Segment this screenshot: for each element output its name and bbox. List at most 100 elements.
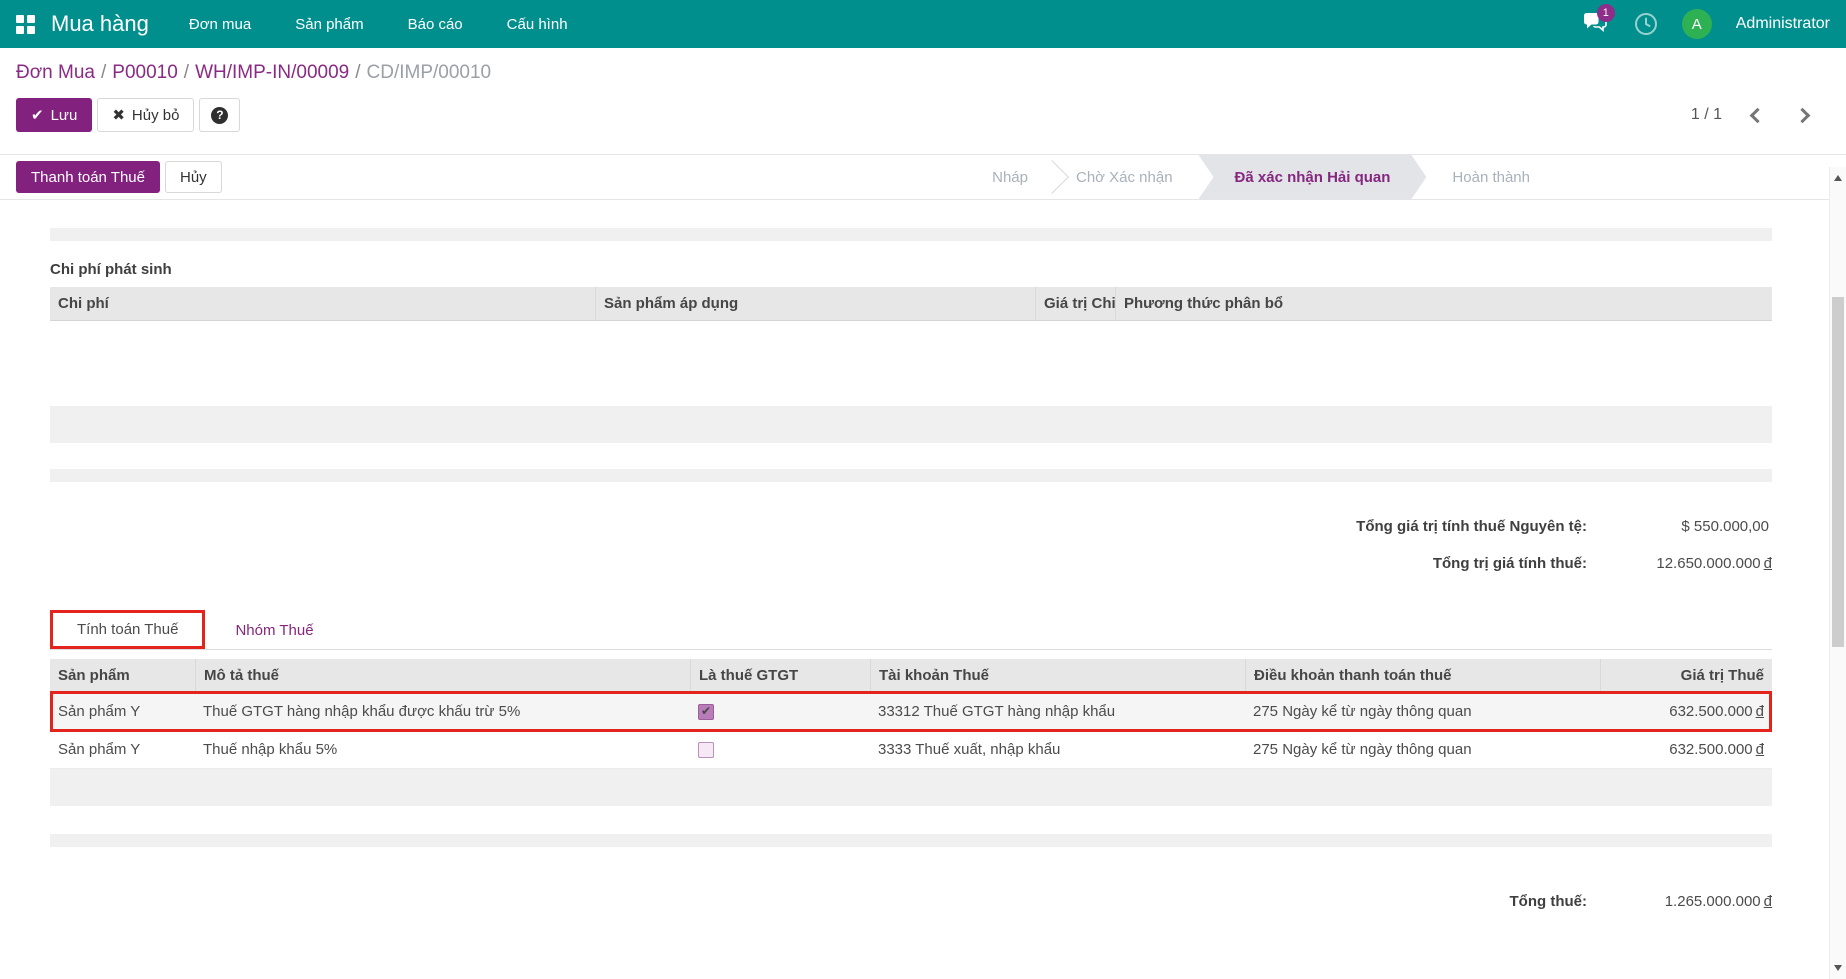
main-menu: Đơn mua Sản phẩm Báo cáo Cấu hình [189, 16, 568, 33]
total-value: $ 550.000,00 [1681, 518, 1769, 535]
help-button[interactable]: ? [199, 98, 241, 132]
form-sheet: Chi phí phát sinh Chi phí Sản phẩm áp dụ… [0, 228, 1846, 910]
cell-product: Sản phẩm Y [58, 741, 141, 758]
state-cho-xac-nhan[interactable]: Chờ Xác nhận [1050, 155, 1199, 199]
vertical-scrollbar[interactable] [1829, 167, 1846, 979]
cell-payment-term: 275 Ngày kể từ ngày thông quan [1253, 741, 1472, 758]
scroll-up-icon[interactable] [1834, 175, 1842, 181]
scrolled-table-edge [50, 228, 1772, 241]
empty-row [50, 834, 1772, 847]
pay-tax-button[interactable]: Thanh toán Thuế [16, 161, 160, 193]
tax-table-row[interactable]: Sản phẩm Y Thuế nhập khẩu 5% 3333 Thuế x… [50, 731, 1772, 769]
app-name[interactable]: Mua hàng [51, 11, 149, 37]
cell-account: 33312 Thuế GTGT hàng nhập khẩu [878, 703, 1116, 720]
breadcrumb: Đơn Mua / P00010/WH/IMP-IN/00009/CD/IMP/00… [16, 62, 1830, 84]
cell-is-vat [690, 693, 870, 730]
navbar-systray: 1 A Administrator [1583, 3, 1830, 39]
column-header-mo-ta-thue[interactable]: Mô tả thuế [195, 659, 690, 692]
breadcrumb-wh-imp-in[interactable]: WH/IMP-IN/00009 [195, 62, 349, 83]
menu-san-pham[interactable]: Sản phẩm [295, 16, 363, 33]
dong-symbol: đ [1763, 893, 1772, 910]
column-header-san-pham[interactable]: Sản phẩm [50, 659, 195, 692]
times-icon: ✖ [112, 107, 125, 124]
column-header-gia-tri-chi-phi[interactable]: Giá trị Chi phí... [1035, 287, 1115, 320]
messages-icon[interactable]: 1 [1583, 3, 1615, 37]
menu-don-mua[interactable]: Đơn mua [189, 16, 251, 33]
status-row: Thanh toán Thuế Hủy Nháp Chờ Xác nhận Đã… [0, 154, 1846, 200]
save-button-label: Lưu [50, 106, 78, 124]
breadcrumb-separator: / [183, 62, 190, 83]
expenses-empty-area [50, 321, 1772, 406]
apps-grid-icon[interactable] [16, 14, 35, 34]
control-panel-buttons: ✔ Lưu ✖ Hủy bỏ ? 1 / 1 [16, 98, 1830, 132]
tax-base-totals: Tổng giá trị tính thuế Nguyên tệ: $ 550.… [50, 518, 1772, 572]
cell-product: Sản phẩm Y [58, 703, 141, 720]
message-count-badge: 1 [1596, 3, 1615, 22]
empty-row [50, 769, 1772, 806]
pager: 1 / 1 [1690, 106, 1811, 124]
column-header-dieu-khoan-thanh-toan[interactable]: Điều khoản thanh toán thuế [1245, 659, 1600, 692]
cell-description: Thuế GTGT hàng nhập khẩu được khấu trừ 5… [203, 703, 521, 720]
state-hoan-thanh[interactable]: Hoàn thành [1426, 155, 1556, 199]
cell-is-vat [690, 731, 870, 768]
breadcrumb-p00010[interactable]: P00010 [112, 62, 178, 83]
cell-description: Thuế nhập khẩu 5% [203, 741, 338, 758]
cancel-button-label: Hủy [179, 168, 207, 186]
breadcrumb-separator: / [355, 62, 361, 83]
activity-clock-icon[interactable] [1634, 12, 1658, 36]
empty-row [50, 806, 1772, 834]
cell-account: 3333 Thuế xuất, nhập khẩu [878, 741, 1061, 758]
check-icon: ✔ [31, 107, 44, 124]
user-name[interactable]: Administrator [1736, 15, 1830, 33]
discard-button-label: Hủy bỏ [131, 106, 180, 124]
menu-cau-hinh[interactable]: Cấu hình [507, 16, 568, 33]
cell-payment-term: 275 Ngày kể từ ngày thông quan [1253, 703, 1472, 720]
grand-total-label: Tổng thuế: [1509, 893, 1587, 910]
tax-table-row[interactable]: Sản phẩm Y Thuế GTGT hàng nhập khẩu được… [50, 691, 1772, 732]
total-line: Tổng trị giá tính thuế: 12.650.000.000 đ [50, 555, 1772, 572]
expenses-table-header: Chi phí Sản phẩm áp dụng Giá trị Chi phí… [50, 287, 1772, 321]
breadcrumb-current: CD/IMP/00010 [366, 62, 492, 83]
column-header-tai-khoan-thue[interactable]: Tài khoản Thuế [870, 659, 1245, 692]
control-panel: Đơn Mua / P00010/WH/IMP-IN/00009/CD/IMP/00… [0, 48, 1846, 132]
grand-total-value: 1.265.000.000 đ [1664, 893, 1772, 910]
pay-tax-button-label: Thanh toán Thuế [31, 168, 145, 186]
tax-table-header: Sản phẩm Mô tả thuế Là thuế GTGT Tài kho… [50, 659, 1772, 693]
user-avatar[interactable]: A [1681, 9, 1712, 39]
scrollbar-thumb[interactable] [1832, 297, 1844, 647]
total-label: Tổng trị giá tính thuế: [1432, 555, 1587, 572]
column-header-gia-tri-thue[interactable]: Giá trị Thuế [1600, 659, 1772, 692]
grand-total-line: Tổng thuế: 1.265.000.000 đ [50, 893, 1772, 910]
state-da-xac-nhan-hai-quan[interactable]: Đã xác nhận Hải quan [1199, 155, 1427, 199]
cancel-button[interactable]: Hủy [164, 161, 222, 193]
tab-tinh-toan-thue[interactable]: Tính toán Thuế [50, 610, 206, 649]
pager-next-icon[interactable] [1794, 107, 1811, 123]
vat-checkbox[interactable] [698, 703, 714, 720]
menu-bao-cao[interactable]: Báo cáo [408, 16, 463, 33]
breadcrumb-don-mua[interactable]: Đơn Mua [16, 62, 95, 83]
pager-previous-icon[interactable] [1749, 107, 1766, 123]
tab-nhom-thue[interactable]: Nhóm Thuế [209, 612, 339, 649]
vat-checkbox[interactable] [698, 741, 714, 758]
empty-row [50, 443, 1772, 469]
column-header-la-thue-gtgt[interactable]: Là thuế GTGT [690, 659, 870, 692]
pager-value: 1 / 1 [1690, 106, 1722, 123]
notebook-tabs: Tính toán Thuế Nhóm Thuế [50, 606, 1772, 650]
breadcrumb-separator: / [101, 62, 107, 83]
cell-amount: 632.500.000 đ [1669, 741, 1764, 758]
question-icon: ? [211, 106, 229, 124]
save-button[interactable]: ✔ Lưu [16, 98, 93, 132]
empty-row [50, 406, 1772, 443]
total-value: 12.650.000.000 đ [1656, 555, 1772, 572]
statusbar: Nháp Chờ Xác nhận Đã xác nhận Hải quan H… [966, 155, 1556, 199]
column-header-phuong-thuc-phan-bo[interactable]: Phương thức phân bổ [1115, 287, 1772, 320]
cell-amount: 632.500.000 đ [1669, 703, 1764, 720]
column-header-chi-phi[interactable]: Chi phí [50, 287, 595, 320]
expenses-section-title: Chi phí phát sinh [50, 261, 172, 278]
scroll-down-icon[interactable] [1834, 965, 1842, 971]
empty-row [50, 469, 1772, 482]
column-header-san-pham-ap-dung[interactable]: Sản phẩm áp dụng [595, 287, 1035, 320]
discard-button[interactable]: ✖ Hủy bỏ [97, 98, 195, 132]
total-label: Tổng giá trị tính thuế Nguyên tệ: [1356, 518, 1587, 535]
dong-symbol: đ [1755, 741, 1764, 758]
